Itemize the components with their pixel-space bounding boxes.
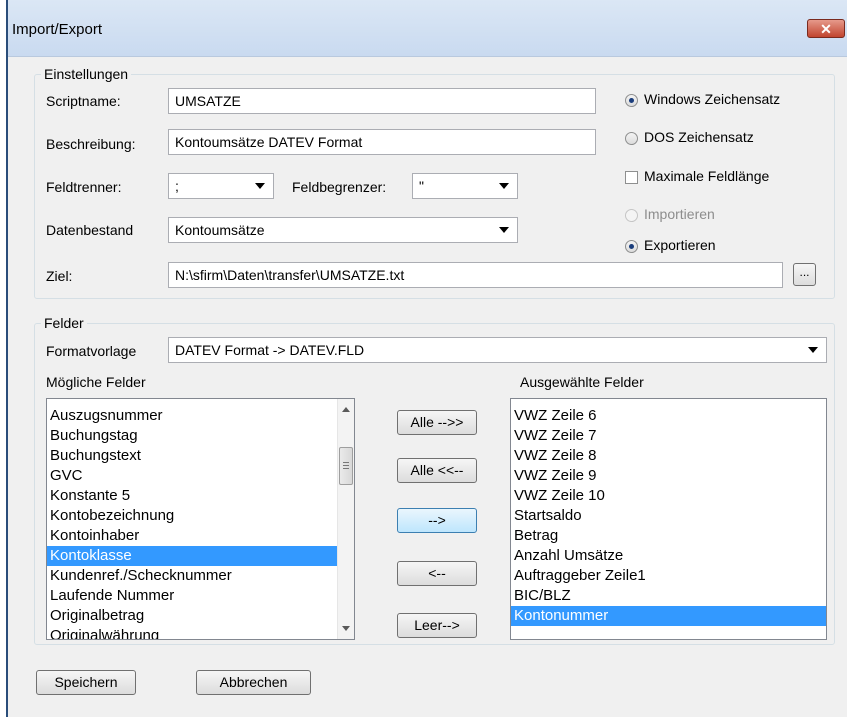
ziel-label: Ziel:	[46, 268, 73, 284]
list-item[interactable]: Auszugsnummer	[47, 406, 354, 426]
chevron-down-icon	[255, 183, 265, 189]
remove-button[interactable]: <--	[397, 561, 477, 586]
list-item[interactable]: Betrag	[511, 526, 826, 546]
scroll-up-icon[interactable]	[342, 407, 350, 412]
exportieren-radio[interactable]	[625, 240, 638, 253]
scriptname-field[interactable]: UMSATZE	[168, 88, 596, 114]
list-item[interactable]: VWZ Zeile 7	[511, 426, 826, 446]
datenbestand-value: Kontoumsätze	[175, 222, 265, 238]
beschreibung-label: Beschreibung:	[46, 136, 136, 152]
list-item[interactable]: Kundenref./Schecknummer	[47, 566, 354, 586]
list-item[interactable]: Originalwährung	[47, 626, 354, 639]
grip-line-icon	[343, 462, 349, 463]
felder-legend: Felder	[44, 315, 84, 331]
windows-zeichensatz-label[interactable]: Windows Zeichensatz	[644, 91, 780, 107]
moegliche-felder-label: Mögliche Felder	[46, 374, 146, 390]
abbrechen-button[interactable]: Abbrechen	[196, 670, 311, 695]
ausgewaehlte-felder-items: VWZ Zeile 6 VWZ Zeile 7 VWZ Zeile 8 VWZ Zei…	[511, 406, 826, 626]
list-item[interactable]: GVC	[47, 466, 354, 486]
ausgewaehlte-felder-list[interactable]: VWZ Zeile 6 VWZ Zeile 7 VWZ Zeile 8 VWZ Zei…	[510, 398, 827, 640]
formatvorlage-value: DATEV Format -> DATEV.FLD	[175, 342, 365, 358]
list-item[interactable]: Laufende Nummer	[47, 586, 354, 606]
chevron-down-icon	[499, 227, 509, 233]
datenbestand-label: Datenbestand	[46, 222, 134, 238]
chevron-down-icon	[499, 183, 509, 189]
list-item[interactable]: Buchungstext	[47, 446, 354, 466]
list-item[interactable]: Kontonummer	[511, 606, 826, 626]
list-item[interactable]: Konstante 5	[47, 486, 354, 506]
importieren-label: Importieren	[644, 206, 715, 222]
list-item[interactable]: BIC/BLZ	[511, 586, 826, 606]
list-item[interactable]: Anzahl Umsätze	[511, 546, 826, 566]
feldbegrenzer-label: Feldbegrenzer:	[292, 179, 387, 195]
list-item[interactable]: VWZ Zeile 8	[511, 446, 826, 466]
grip-line-icon	[343, 465, 349, 466]
scroll-thumb[interactable]	[339, 447, 353, 485]
list-item[interactable]: Kontoklasse	[47, 546, 354, 566]
list-item[interactable]: Kontoinhaber	[47, 526, 354, 546]
close-button[interactable]: ✕	[807, 19, 845, 38]
title-bar: Import/Export ✕	[8, 0, 847, 57]
list-item[interactable]: Startsaldo	[511, 506, 826, 526]
exportieren-label[interactable]: Exportieren	[644, 237, 716, 253]
list-item[interactable]: Kontobezeichnung	[47, 506, 354, 526]
formatvorlage-label: Formatvorlage	[46, 343, 137, 359]
chevron-down-icon	[808, 347, 818, 353]
vertical-scrollbar[interactable]	[337, 399, 354, 639]
dos-zeichensatz-label[interactable]: DOS Zeichensatz	[644, 129, 754, 145]
importieren-radio	[625, 209, 638, 222]
list-item[interactable]: VWZ Zeile 6	[511, 406, 826, 426]
window-title: Import/Export	[12, 21, 103, 38]
moegliche-felder-list[interactable]: Auszugsnummer Buchungstag Buchungstext GVC K…	[46, 398, 355, 640]
list-item[interactable]: Originalbetrag	[47, 606, 354, 626]
feldtrenner-label: Feldtrenner:	[46, 179, 122, 195]
moegliche-felder-items: Auszugsnummer Buchungstag Buchungstext GVC K…	[47, 406, 354, 639]
speichern-button[interactable]: Speichern	[36, 670, 136, 695]
scriptname-label: Scriptname:	[46, 93, 121, 109]
list-item[interactable]: Buchungstag	[47, 426, 354, 446]
ausgewaehlte-felder-label: Ausgewählte Felder	[520, 374, 644, 390]
beschreibung-field[interactable]: Kontoumsätze DATEV Format	[168, 129, 596, 155]
list-item[interactable]: VWZ Zeile 9	[511, 466, 826, 486]
feldtrenner-value: ;	[175, 178, 179, 194]
datenbestand-select[interactable]: Kontoumsätze	[168, 217, 518, 243]
dos-zeichensatz-radio[interactable]	[625, 132, 638, 145]
maximale-feldlaenge-label[interactable]: Maximale Feldlänge	[644, 168, 769, 184]
browse-button[interactable]: ...	[793, 263, 816, 286]
ziel-field[interactable]: N:\sfirm\Daten\transfer\UMSATZE.txt	[168, 262, 783, 288]
maximale-feldlaenge-checkbox[interactable]	[625, 171, 638, 184]
einstellungen-legend: Einstellungen	[44, 66, 129, 82]
feldbegrenzer-value: "	[419, 178, 424, 194]
grip-line-icon	[343, 468, 349, 469]
add-button[interactable]: -->	[397, 508, 477, 533]
list-item[interactable]: Auftraggeber Zeile1	[511, 566, 826, 586]
scroll-down-icon[interactable]	[342, 626, 350, 631]
alle-links-button[interactable]: Alle <<--	[397, 458, 477, 483]
import-export-dialog: Import/Export ✕ Einstellungen Scriptname…	[6, 0, 847, 717]
alle-rechts-button[interactable]: Alle -->>	[397, 410, 477, 435]
list-item[interactable]: VWZ Zeile 10	[511, 486, 826, 506]
leer-button[interactable]: Leer-->	[397, 613, 477, 638]
feldbegrenzer-select[interactable]: "	[412, 173, 518, 199]
windows-zeichensatz-radio[interactable]	[625, 94, 638, 107]
feldtrenner-select[interactable]: ;	[168, 173, 274, 199]
formatvorlage-select[interactable]: DATEV Format -> DATEV.FLD	[168, 337, 827, 363]
